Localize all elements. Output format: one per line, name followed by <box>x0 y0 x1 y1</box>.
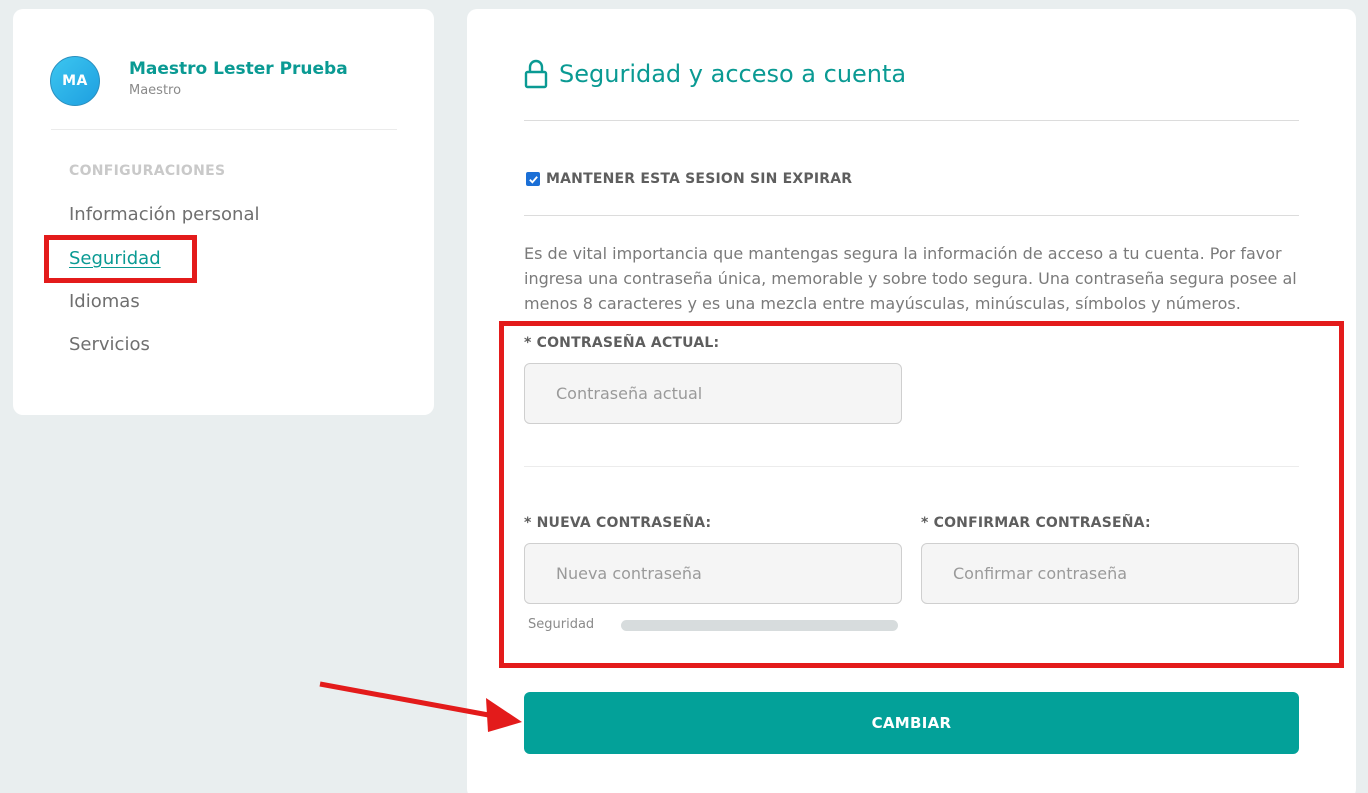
divider <box>524 215 1299 216</box>
section-header: Seguridad y acceso a cuenta <box>524 59 906 89</box>
sidebar-item-languages[interactable]: Idiomas <box>69 291 140 312</box>
divider <box>524 120 1299 121</box>
sidebar-item-personal-info[interactable]: Información personal <box>69 204 260 225</box>
checkbox[interactable] <box>526 172 540 186</box>
lock-icon <box>524 59 548 89</box>
check-icon <box>528 175 538 184</box>
annotation-highlight-security <box>44 235 197 283</box>
keep-session-label: MANTENER ESTA SESION SIN EXPIRAR <box>546 171 853 187</box>
avatar[interactable]: MA <box>50 56 100 106</box>
page-title: Seguridad y acceso a cuenta <box>559 60 907 88</box>
user-name: Maestro Lester Prueba <box>129 59 348 79</box>
settings-section-title: CONFIGURACIONES <box>69 163 226 179</box>
keep-session-toggle[interactable]: MANTENER ESTA SESION SIN EXPIRAR <box>526 171 852 187</box>
divider <box>51 129 397 130</box>
annotation-arrow-icon <box>319 681 522 732</box>
user-role: Maestro <box>129 83 182 98</box>
sidebar-item-services[interactable]: Servicios <box>69 334 150 355</box>
change-password-button[interactable]: CAMBIAR <box>524 692 1299 754</box>
annotation-highlight-password-fields <box>499 321 1344 668</box>
security-info-text: Es de vital importancia que mantengas se… <box>524 244 1297 313</box>
profile-card: MA Maestro Lester Prueba Maestro CONFIGU… <box>13 9 434 415</box>
